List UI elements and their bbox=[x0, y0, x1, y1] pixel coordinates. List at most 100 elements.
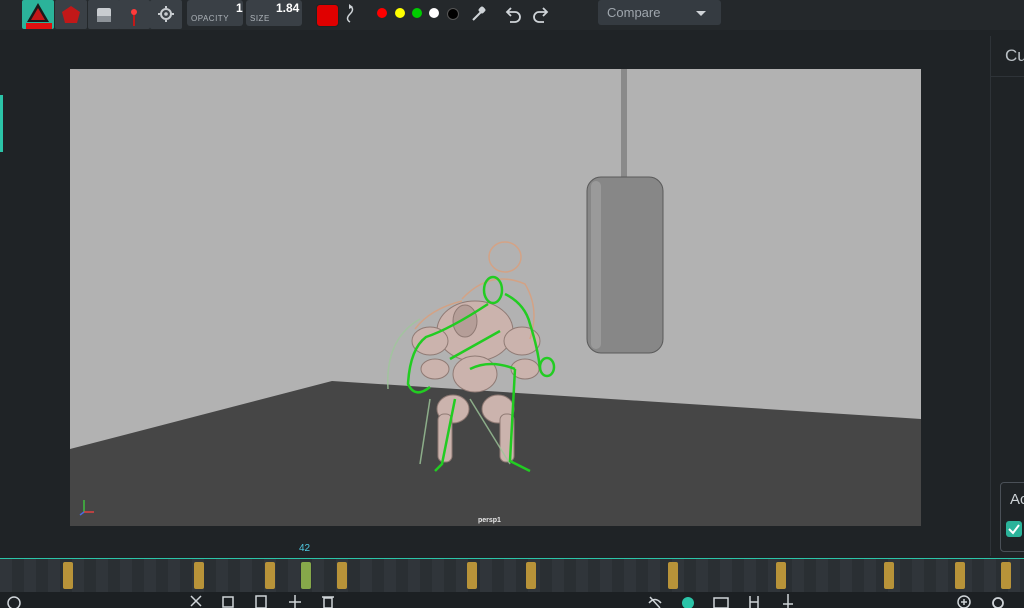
palette-color-swatch[interactable] bbox=[377, 8, 387, 18]
eye-off-icon[interactable] bbox=[647, 594, 663, 608]
checkmark-icon bbox=[1008, 524, 1020, 535]
palette-color-swatch[interactable] bbox=[429, 8, 439, 18]
palette-color-swatch[interactable] bbox=[412, 8, 422, 18]
keyboard-icon[interactable] bbox=[712, 594, 730, 608]
ghost-icon[interactable] bbox=[680, 594, 696, 608]
viewport-scene bbox=[70, 69, 921, 526]
timeline-frame-stripe bbox=[0, 559, 12, 593]
right-panel-card-label: Ac bbox=[1010, 491, 1024, 508]
timeline-frame-stripe bbox=[408, 559, 420, 593]
size-value: 1.84 bbox=[276, 1, 300, 15]
active-tool-indicator bbox=[26, 23, 52, 29]
right-panel-card: Ac bbox=[1000, 482, 1024, 552]
timeline-frame-stripe bbox=[600, 559, 612, 593]
bag-chain bbox=[621, 69, 627, 177]
eyedropper-icon[interactable] bbox=[469, 5, 487, 23]
clipboard-icon[interactable] bbox=[253, 594, 269, 608]
keyframe[interactable] bbox=[668, 562, 678, 589]
timeline-frame-stripe bbox=[648, 559, 660, 593]
timeline-frame-stripe bbox=[552, 559, 564, 593]
timeline-frame-stripe bbox=[840, 559, 852, 593]
left-panel-indicator[interactable] bbox=[0, 95, 3, 152]
hold-icon[interactable] bbox=[746, 594, 762, 608]
timeline-frame-stripe bbox=[312, 559, 324, 593]
timeline-frame-stripe bbox=[792, 559, 804, 593]
timeline-frame-stripe bbox=[624, 559, 636, 593]
timeline-frame-stripe bbox=[504, 559, 516, 593]
keyframe[interactable] bbox=[265, 562, 275, 589]
timeline-frame-stripe bbox=[120, 559, 132, 593]
viewport[interactable]: persp1 bbox=[70, 69, 921, 526]
opacity-label: OPACITY bbox=[191, 14, 230, 23]
timeline-frame-stripe bbox=[384, 559, 396, 593]
gear-icon[interactable] bbox=[990, 594, 1006, 608]
chevron-down-icon bbox=[696, 11, 706, 16]
current-frame-number: 42 bbox=[299, 543, 311, 554]
timeline-frame-stripe bbox=[48, 559, 60, 593]
current-keyframe[interactable] bbox=[301, 562, 311, 589]
tool-eraser[interactable] bbox=[88, 0, 120, 29]
keyframe[interactable] bbox=[194, 562, 204, 589]
timeline-frame-stripe bbox=[720, 559, 732, 593]
timeline-frame-stripe bbox=[288, 559, 300, 593]
timeline-frame-stripe bbox=[696, 559, 708, 593]
polygon-shape-icon bbox=[62, 6, 80, 23]
timeline-frame-stripe bbox=[984, 559, 996, 593]
copy-icon[interactable] bbox=[220, 594, 236, 608]
keyframe[interactable] bbox=[467, 562, 477, 589]
redo-icon[interactable] bbox=[532, 4, 552, 24]
timeline-frame-stripe bbox=[24, 559, 36, 593]
timeline-frame-stripe bbox=[744, 559, 756, 593]
zoom-in-icon[interactable] bbox=[956, 594, 972, 608]
timeline-frame-stripe bbox=[576, 559, 588, 593]
keyframe[interactable] bbox=[955, 562, 965, 589]
undo-icon[interactable] bbox=[502, 4, 522, 24]
right-panel: Cu Ac bbox=[990, 36, 1024, 556]
current-color-swatch[interactable] bbox=[316, 4, 339, 27]
clock-icon[interactable] bbox=[6, 594, 22, 608]
palette-color-swatch[interactable] bbox=[447, 8, 459, 20]
trash-icon[interactable] bbox=[320, 594, 336, 608]
palette-color-swatch[interactable] bbox=[395, 8, 405, 18]
gear-icon bbox=[158, 6, 174, 22]
timeline-frame-stripe bbox=[96, 559, 108, 593]
keyframe[interactable] bbox=[337, 562, 347, 589]
keyframe[interactable] bbox=[526, 562, 536, 589]
tool-laser[interactable] bbox=[118, 0, 150, 29]
split-icon[interactable] bbox=[287, 594, 303, 608]
tool-shape[interactable] bbox=[55, 0, 87, 29]
marker-icon[interactable] bbox=[780, 594, 796, 608]
keyframe[interactable] bbox=[1001, 562, 1011, 589]
close-icon[interactable] bbox=[188, 594, 204, 608]
swap-colors-icon[interactable] bbox=[343, 3, 357, 25]
timeline-frame-stripe bbox=[216, 559, 228, 593]
opacity-field[interactable]: OPACITY 1 bbox=[187, 0, 243, 26]
timeline-frame-stripe bbox=[480, 559, 492, 593]
keyframe[interactable] bbox=[776, 562, 786, 589]
eraser-icon bbox=[97, 8, 111, 22]
timeline-frame-stripe bbox=[360, 559, 372, 593]
size-label: SIZE bbox=[250, 14, 270, 23]
compare-label: Compare bbox=[607, 5, 661, 20]
tool-settings[interactable] bbox=[150, 0, 182, 29]
laser-pointer-icon bbox=[131, 9, 137, 26]
timeline-frame-stripe bbox=[432, 559, 444, 593]
bag-highlight bbox=[591, 181, 601, 349]
timeline-frame-stripe bbox=[912, 559, 924, 593]
timeline[interactable] bbox=[0, 558, 1024, 593]
checkbox[interactable] bbox=[1006, 521, 1022, 537]
right-panel-title: Cu bbox=[1005, 46, 1024, 65]
size-field[interactable]: SIZE 1.84 bbox=[246, 0, 302, 26]
camera-label: persp1 bbox=[478, 517, 501, 524]
bottom-bar bbox=[0, 592, 1024, 608]
timeline-frame-stripe bbox=[168, 559, 180, 593]
opacity-value: 1 bbox=[236, 1, 243, 15]
timeline-frame-stripe bbox=[936, 559, 948, 593]
keyframe[interactable] bbox=[63, 562, 73, 589]
keyframe[interactable] bbox=[884, 562, 894, 589]
timeline-frame-stripe bbox=[864, 559, 876, 593]
compare-dropdown[interactable]: Compare bbox=[598, 0, 721, 25]
timeline-frame-stripe bbox=[816, 559, 828, 593]
top-toolbar: OPACITY 1 SIZE 1.84 Compare bbox=[0, 0, 1024, 30]
timeline-frame-stripe bbox=[72, 559, 84, 593]
